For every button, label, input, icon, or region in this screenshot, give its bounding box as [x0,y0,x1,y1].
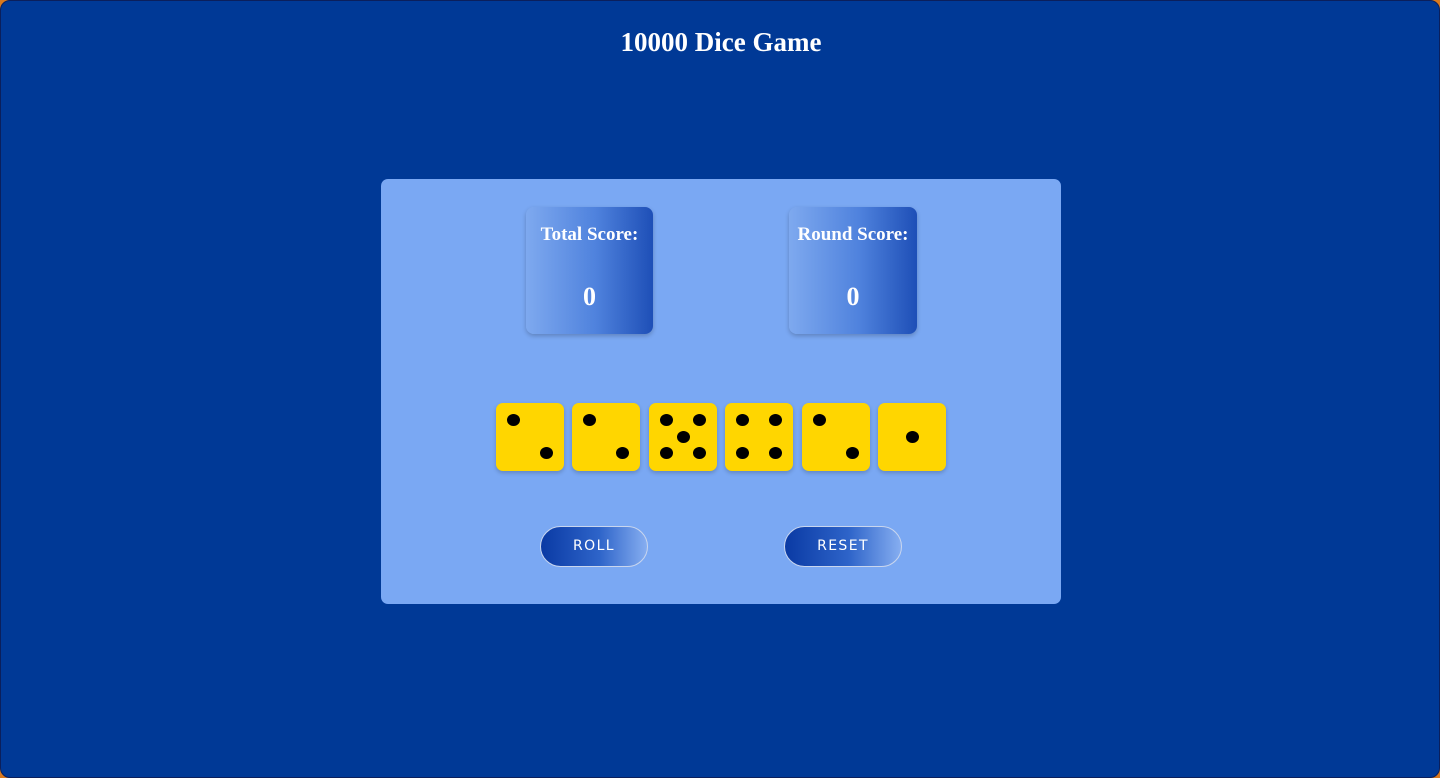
round-score-value: 0 [846,282,860,311]
reset-button[interactable]: RESET [784,526,902,567]
total-score-label: Total Score: [540,224,639,245]
die-pip [582,414,596,426]
die[interactable] [649,403,717,471]
die[interactable] [572,403,640,471]
die-pip [615,447,629,459]
dice-row [496,403,948,471]
die-pip [659,447,673,459]
die-pip [676,431,690,443]
die[interactable] [878,403,946,471]
die-pip [539,447,553,459]
total-score-value: 0 [583,282,596,311]
die-pip [692,447,706,459]
die-pip [692,414,706,426]
roll-button[interactable]: ROLL [540,526,648,567]
die[interactable] [725,403,793,471]
die-pip [768,414,782,426]
die[interactable] [802,403,870,471]
total-score-card: Total Score: 0 [526,207,653,334]
die-pip [768,447,782,459]
round-score-label: Round Score: [797,224,909,245]
die-pip [735,414,749,426]
die-pip [845,447,859,459]
page-title: 10000 Dice Game [620,27,822,57]
game-window: 10000 Dice Game Total Score: 0 Round Sco… [0,0,1440,778]
die-pip [905,431,919,443]
die-pip [735,447,749,459]
game-board: Total Score: 0 Round Score: 0 ROLL RESET [381,179,1061,604]
die-pip [506,414,520,426]
die-pip [659,414,673,426]
die-pip [812,414,826,426]
round-score-card: Round Score: 0 [789,207,917,334]
die[interactable] [496,403,564,471]
